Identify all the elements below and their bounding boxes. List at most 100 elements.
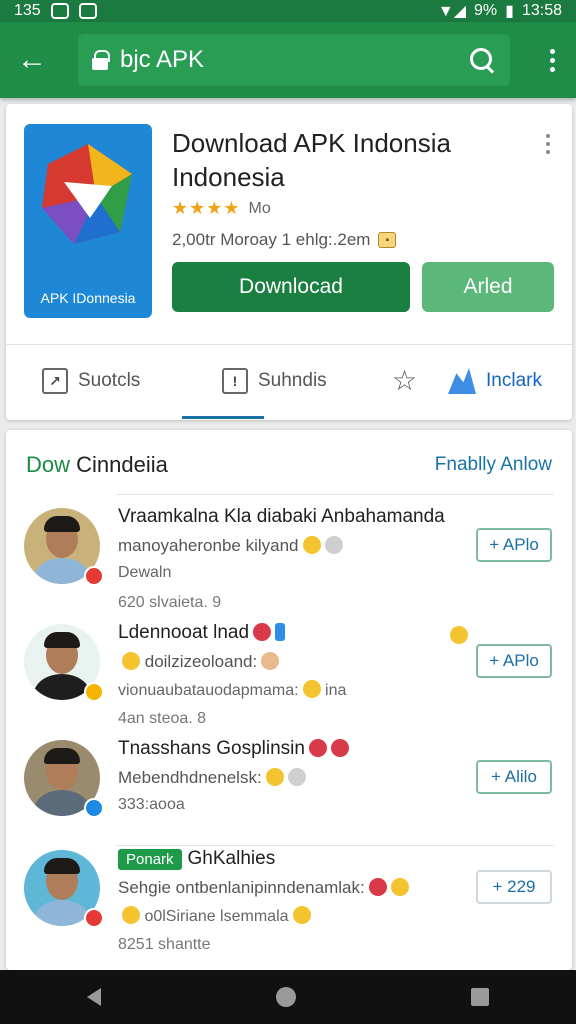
section-link[interactable]: Fnablly Anlow xyxy=(435,454,552,476)
emoji-icon xyxy=(261,652,280,670)
avatar-badge-icon xyxy=(84,798,104,818)
emoji-icon xyxy=(265,768,284,786)
info-box-icon: ! xyxy=(222,368,248,394)
item-subtitle: doilzizeoloand: xyxy=(118,652,280,672)
app-icon: APK IDonnesia xyxy=(24,124,152,318)
item-subtitle: Sehgie ontbenlanipinndenamlak: xyxy=(118,878,409,898)
back-arrow-icon[interactable]: ← xyxy=(12,40,52,80)
item-title: Ldennooat lnad xyxy=(118,622,286,644)
battery-icon: ▮ xyxy=(505,3,514,20)
emoji-icon xyxy=(302,536,321,554)
tab-suotcls[interactable]: ↗ Suotcls xyxy=(42,368,140,394)
list-item[interactable]: Ponark GhKalhies Sehgie ontbenlanipinnden… xyxy=(6,838,572,956)
tab-bar: ↗ Suotcls ! Suhndis ☆ Inclark xyxy=(6,346,572,419)
item-title: Tnasshans Gosplinsin xyxy=(118,738,349,760)
emoji-icon xyxy=(330,739,349,757)
app-logo-icon xyxy=(42,144,132,244)
download-button[interactable]: Downlocad xyxy=(172,262,410,312)
avatar-badge-icon xyxy=(84,682,104,702)
item-title: Ponark GhKalhies xyxy=(118,848,275,870)
emoji-icon xyxy=(275,623,286,641)
overflow-menu-icon[interactable] xyxy=(540,48,564,72)
section-title: Dow Cinndeiia xyxy=(26,452,168,478)
list-item[interactable]: Tnasshans Gosplinsin Mebendhdnenelsk: 33… xyxy=(6,728,572,846)
item-title-text: Ldennooat lnad xyxy=(118,622,250,643)
app-notification-icon xyxy=(78,3,97,19)
item-subtitle-text: Sehgie ontbenlanipinndenamlak: xyxy=(118,878,365,897)
item-meta: Dewaln xyxy=(118,564,172,581)
battery-text: 9% xyxy=(474,2,498,19)
item-subtitle: manoyaheronbe kilyand xyxy=(118,536,343,556)
item-subtitle: Mebendhdnenelsk: xyxy=(118,768,306,788)
item-title-text: Tnasshans Gosplinsin xyxy=(118,738,305,759)
divider xyxy=(116,494,554,495)
search-box[interactable]: bjc APK xyxy=(78,34,510,86)
emoji-icon xyxy=(324,536,343,554)
emoji-icon xyxy=(390,878,409,896)
emoji-icon xyxy=(368,878,387,896)
app-icon-label: APK IDonnesia xyxy=(40,290,136,306)
tab-label: Suotcls xyxy=(78,370,141,391)
emoji-icon xyxy=(308,739,327,757)
signal-icon: ▼◢ xyxy=(437,3,467,20)
promo-badge: Ponark xyxy=(118,849,182,870)
add-button[interactable]: + Alilo xyxy=(476,760,552,794)
nav-recents-icon[interactable] xyxy=(470,988,489,1006)
app-bar: ← bjc APK xyxy=(0,22,576,98)
item-stats: 4an steoa. 8 xyxy=(118,710,207,727)
edit-box-icon: ↗ xyxy=(42,368,68,394)
tab-star[interactable]: ☆ xyxy=(392,365,418,396)
nav-back-icon[interactable] xyxy=(87,988,102,1006)
rating-row: ★★★★ Mo xyxy=(172,198,271,219)
app-card: APK IDonnesia Download APK Indonsia Indo… xyxy=(6,104,572,420)
avatar-badge-icon xyxy=(84,566,104,586)
status-left-text: 135 xyxy=(14,2,41,19)
emoji-icon xyxy=(450,626,468,644)
star-outline-icon: ☆ xyxy=(392,365,418,396)
tab-label: Suhndis xyxy=(258,370,327,391)
emoji-icon xyxy=(122,906,140,924)
chart-icon xyxy=(448,368,476,394)
tab-indicator xyxy=(182,416,264,419)
add-button[interactable]: + 229 xyxy=(476,870,552,904)
add-button[interactable]: + APlo xyxy=(476,644,552,678)
item-meta-text: vionuaubatauodapmama: xyxy=(118,682,299,699)
search-text[interactable]: bjc APK xyxy=(120,46,204,74)
lock-icon xyxy=(92,50,110,70)
item-stats: 620 slvaieta. 9 xyxy=(118,594,222,611)
item-subtitle-text: Mebendhdnenelsk: xyxy=(118,768,262,787)
item-meta: 333:aooa xyxy=(118,796,185,813)
section-title-green: Dow xyxy=(26,452,71,477)
add-button[interactable]: + APlo xyxy=(476,528,552,562)
emoji-icon xyxy=(302,680,321,698)
tab-inclark[interactable]: Inclark xyxy=(448,368,542,394)
tab-suhndis[interactable]: ! Suhndis xyxy=(222,368,327,394)
item-stats: 8251 shantte xyxy=(118,936,211,953)
divider xyxy=(6,344,572,345)
list-card: Dow Cinndeiia Fnablly Anlow Vraamkalna K… xyxy=(6,430,572,970)
list-item[interactable]: Vraamkalna Kla diabaki Anbahamanda manoy… xyxy=(6,496,572,614)
emoji-icon xyxy=(292,906,311,924)
item-meta: vionuaubatauodapmama: ina xyxy=(118,680,346,700)
search-icon[interactable] xyxy=(468,46,496,74)
avatar-badge-icon xyxy=(84,908,104,928)
item-title: Vraamkalna Kla diabaki Anbahamanda xyxy=(118,506,445,527)
section-title-rest: Cinndeiia xyxy=(70,452,168,477)
item-subtitle-text: doilzizeoloand: xyxy=(144,652,258,671)
emoji-icon xyxy=(287,768,306,786)
app-title: Download APK Indonsia Indonesia xyxy=(172,128,451,192)
list-item[interactable]: Ldennooat lnad doilzizeoloand: vionuauba… xyxy=(6,612,572,730)
tab-label: Inclark xyxy=(486,370,542,391)
added-button[interactable]: Arled xyxy=(422,262,554,312)
item-meta-text: o0lSiriane lsemmala xyxy=(144,908,289,925)
meta-text: 2,00tr Moroay 1 ehlg:.2em xyxy=(172,230,371,249)
clock: 13:58 xyxy=(521,2,562,19)
system-nav-bar xyxy=(0,970,576,1024)
emoji-icon xyxy=(122,652,140,670)
meta-badge-icon: ▪ xyxy=(378,232,397,248)
item-meta: o0lSiriane lsemmala xyxy=(118,906,311,926)
card-more-icon[interactable] xyxy=(546,134,550,154)
rating-stars: ★★★★ xyxy=(172,198,241,218)
nav-home-icon[interactable] xyxy=(275,987,296,1007)
status-bar: 135 ▼◢ 9% ▮ 13:58 xyxy=(0,0,576,22)
